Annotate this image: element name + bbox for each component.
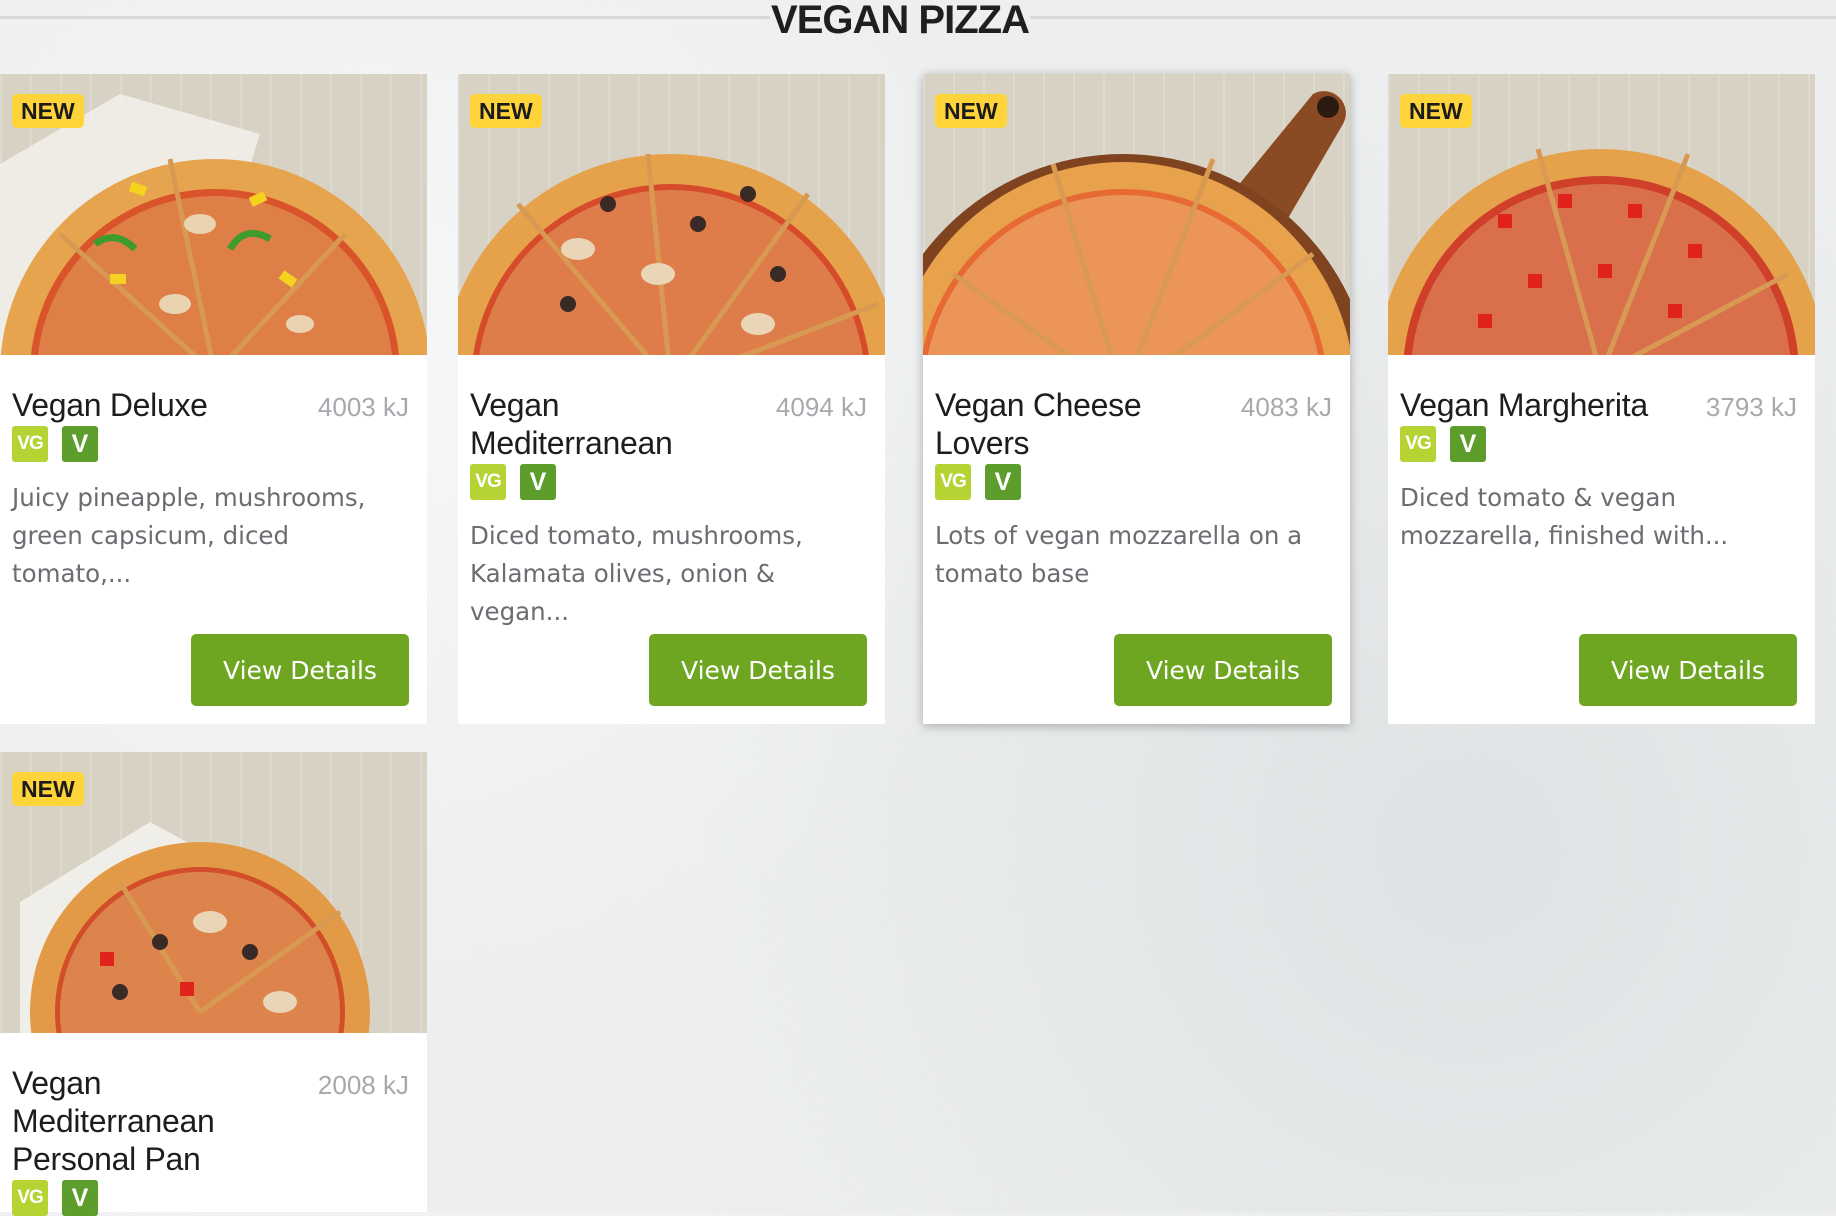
divider-right: [1030, 16, 1836, 19]
product-description: Diced tomato & vegan mozzarella, finishe…: [1400, 483, 1729, 550]
product-description: Diced tomato, mushrooms, Kalamata olives…: [470, 521, 803, 626]
product-name[interactable]: Vegan Cheese Lovers: [935, 386, 1200, 462]
pizza-photo[interactable]: NEW: [458, 74, 885, 355]
product-energy: 4094 kJ: [775, 392, 867, 422]
pizza-photo[interactable]: NEW: [0, 752, 427, 1033]
vegetarian-tag-icon: V: [520, 464, 556, 500]
product-card[interactable]: NEW Vegan Deluxe 4003 kJ VG V Juicy pine…: [0, 74, 427, 724]
product-name[interactable]: Vegan Deluxe: [12, 386, 277, 424]
vegan-tag-icon: VG: [470, 464, 506, 500]
vegetarian-tag-icon: V: [1450, 426, 1486, 462]
new-badge: NEW: [935, 94, 1007, 128]
product-name[interactable]: Vegan Mediterranean: [470, 386, 735, 462]
vegetarian-tag-icon: V: [62, 1180, 98, 1216]
product-description: Juicy pineapple, mushrooms, green capsic…: [12, 483, 366, 588]
product-card[interactable]: NEW Vegan Cheese Lovers 4083 kJ VG V Lot…: [923, 74, 1350, 724]
pizza-photo[interactable]: NEW: [1388, 74, 1815, 355]
pizza-photo[interactable]: NEW: [0, 74, 427, 355]
section-title: VEGAN PIZZA: [771, 0, 1030, 42]
section-header: VEGAN PIZZA: [0, 0, 1836, 46]
new-badge: NEW: [12, 772, 84, 806]
product-card[interactable]: NEW Vegan Mediterranean Personal Pan 200…: [0, 752, 427, 1216]
new-badge: NEW: [470, 94, 542, 128]
vegan-tag-icon: VG: [12, 426, 48, 462]
vegan-tag-icon: VG: [12, 1180, 48, 1216]
dietary-tags: VG V: [12, 1180, 98, 1216]
dietary-tags: VG V: [12, 426, 98, 462]
product-energy: 4003 kJ: [317, 392, 409, 422]
product-energy: 2008 kJ: [317, 1070, 409, 1100]
view-details-button[interactable]: View Details: [649, 634, 867, 706]
divider-left: [0, 16, 770, 19]
vegan-tag-icon: VG: [935, 464, 971, 500]
product-energy: 4083 kJ: [1240, 392, 1332, 422]
product-name[interactable]: Vegan Margherita: [1400, 386, 1665, 424]
dietary-tags: VG V: [470, 464, 556, 500]
new-badge: NEW: [12, 94, 84, 128]
product-card[interactable]: NEW Vegan Mediterranean 4094 kJ VG V Dic…: [458, 74, 885, 724]
view-details-button[interactable]: View Details: [1579, 634, 1797, 706]
dietary-tags: VG V: [1400, 426, 1486, 462]
pizza-photo[interactable]: NEW: [923, 74, 1350, 355]
product-card[interactable]: NEW Vegan Margherita 3793 kJ VG V Diced …: [1388, 74, 1815, 724]
vegetarian-tag-icon: V: [985, 464, 1021, 500]
view-details-button[interactable]: View Details: [1114, 634, 1332, 706]
product-name[interactable]: Vegan Mediterranean Personal Pan: [12, 1064, 277, 1178]
dietary-tags: VG V: [935, 464, 1021, 500]
product-energy: 3793 kJ: [1705, 392, 1797, 422]
view-details-button[interactable]: View Details: [191, 634, 409, 706]
new-badge: NEW: [1400, 94, 1472, 128]
product-description: Lots of vegan mozzarella on a tomato bas…: [935, 521, 1303, 588]
vegan-tag-icon: VG: [1400, 426, 1436, 462]
vegetarian-tag-icon: V: [62, 426, 98, 462]
